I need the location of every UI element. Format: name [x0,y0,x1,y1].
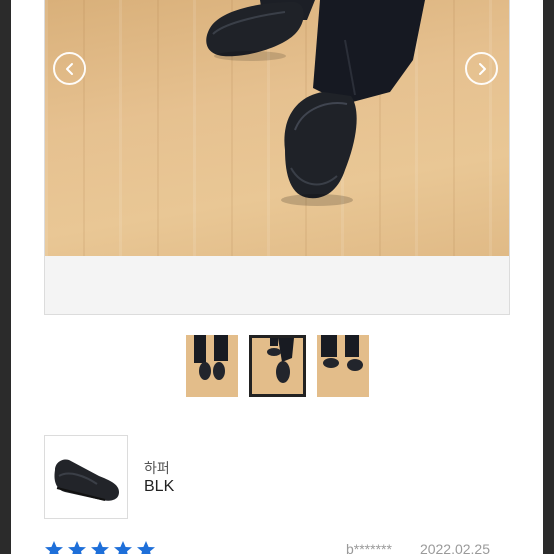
photo-scene [206,0,425,206]
star-icon [137,541,155,554]
product-option: BLK [144,478,175,495]
product-thumbnail[interactable] [44,435,128,519]
star-icon [91,541,109,554]
star-icon [68,541,86,554]
chevron-right-icon [478,62,486,75]
photo-viewer [44,0,510,315]
product-name: 하퍼 [144,460,170,476]
review-meta: b******* 2022.02.25 [346,541,490,554]
loafer-shoe-image [54,459,119,501]
review-author: b******* [346,541,392,554]
review-photo[interactable] [45,0,509,256]
review-date: 2022.02.25 [419,541,491,554]
star-icon [45,541,63,554]
thumbnail-2[interactable] [249,335,306,397]
rating-stars [44,540,156,554]
thumbnail-1[interactable] [186,335,238,397]
photo-frame-bottom [45,256,509,314]
previous-photo-button[interactable] [53,52,86,85]
star-icon [114,541,132,554]
next-photo-button[interactable] [465,52,498,85]
thumbnail-2-image [252,338,303,394]
thumbnail-1-image [186,335,238,397]
thumbnail-3-image [317,335,369,397]
thumbnail-strip [11,335,543,399]
chevron-left-icon [65,62,73,75]
review-detail-sheet: 하퍼 BLK b******* 2022.02.25 [11,0,543,554]
thumbnail-3[interactable] [317,335,369,397]
